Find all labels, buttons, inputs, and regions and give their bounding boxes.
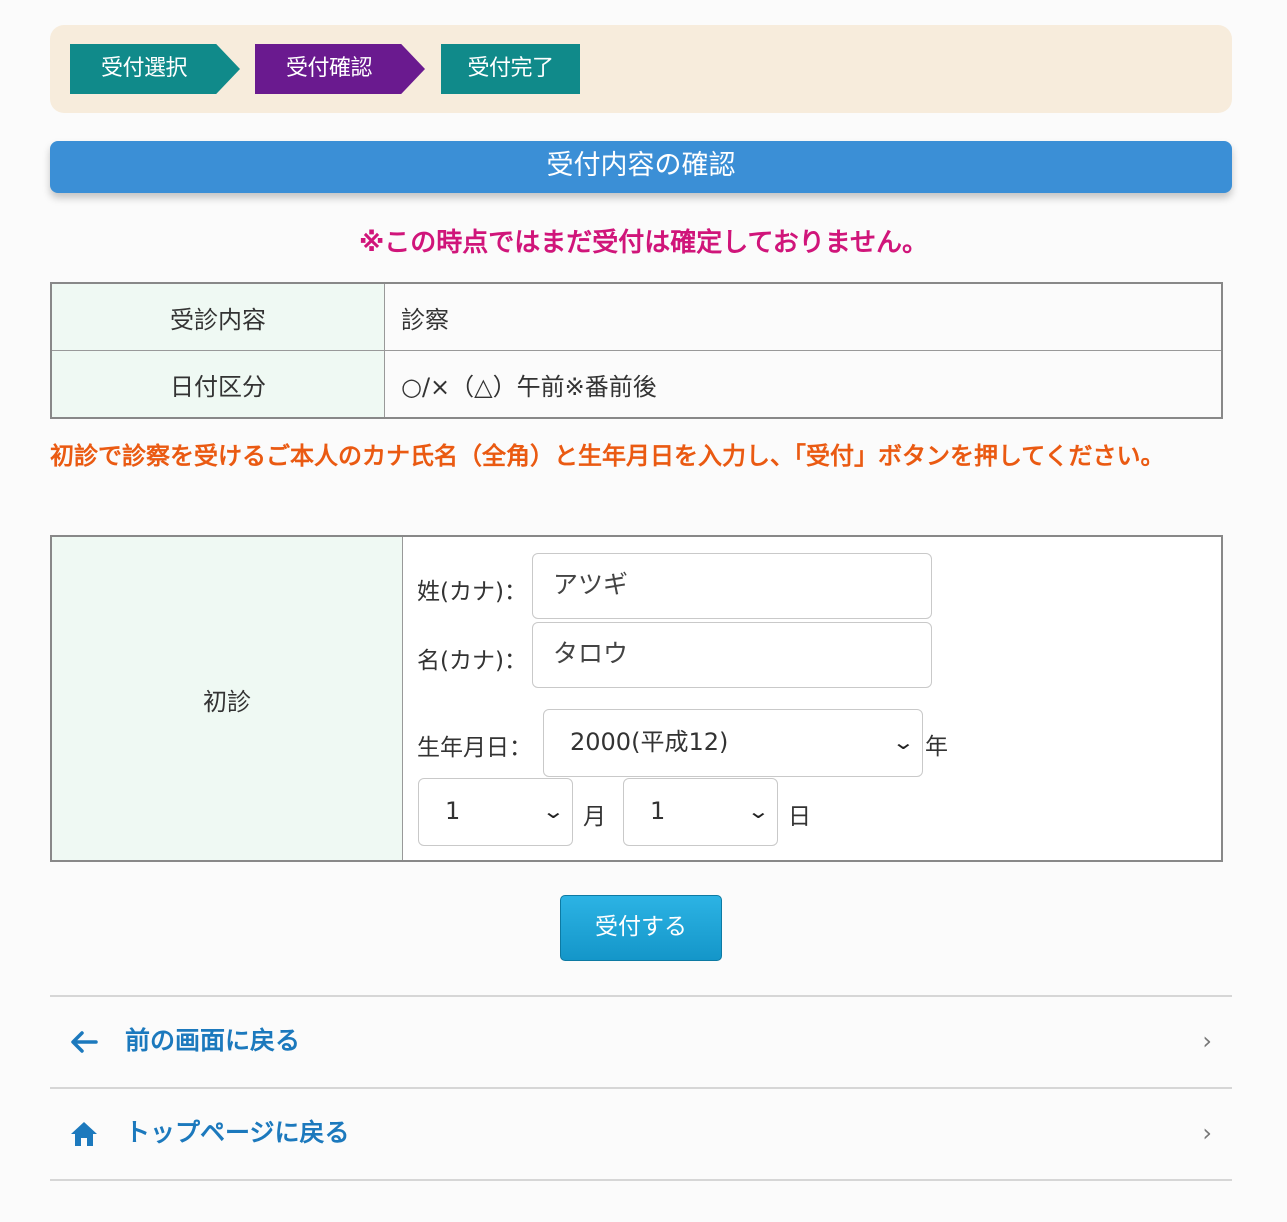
birth-day-value: 1: [650, 797, 666, 825]
birthdate-label: 生年月日：: [417, 735, 532, 761]
first-visit-label: 初診: [203, 688, 251, 716]
info-value: 診察: [384, 282, 1223, 351]
arrow-left-icon: [71, 1031, 98, 1053]
step-reception-select: 受付選択: [70, 44, 240, 94]
back-link[interactable]: 前の画面に戻る ›: [50, 997, 1232, 1085]
table-row: 日付区分 ○/×（△）午前※番前後: [50, 350, 1223, 419]
section-title: 受付内容の確認: [50, 141, 1232, 193]
step-reception-confirm: 受付確認: [255, 44, 425, 94]
table-row: 受診内容 診察: [50, 282, 1223, 351]
input-instruction: 初診で診察を受けるご本人のカナ氏名（全角）と生年月日を入力し、「受付」ボタンを押…: [50, 442, 1165, 470]
not-confirmed-warning: ※この時点ではまだ受付は確定しておりません。: [359, 228, 928, 258]
birth-day-select[interactable]: 1 ⌄: [623, 778, 778, 846]
info-label: 日付区分: [50, 350, 385, 419]
top-page-link[interactable]: トップページに戻る ›: [50, 1089, 1232, 1177]
first-name-label: 名(カナ)：: [417, 648, 527, 674]
last-name-label: 姓(カナ)：: [417, 579, 527, 605]
form-section-label-cell: 初診: [52, 537, 403, 860]
first-name-input[interactable]: タロウ: [532, 622, 932, 688]
info-value: ○/×（△）午前※番前後: [384, 350, 1223, 419]
chevron-down-icon: ⌄: [746, 799, 771, 823]
submit-reception-button[interactable]: 受付する: [560, 895, 722, 961]
divider: [50, 1179, 1232, 1181]
year-unit: 年: [925, 734, 948, 760]
birth-year-select[interactable]: 2000(平成12) ⌄: [543, 709, 923, 777]
step-reception-complete: 受付完了: [441, 44, 580, 94]
birth-month-select[interactable]: 1 ⌄: [418, 778, 573, 846]
home-icon: [71, 1122, 97, 1146]
birth-year-value: 2000(平成12): [570, 728, 729, 756]
reception-info-table: 受診内容 診察 日付区分 ○/×（△）午前※番前後: [50, 282, 1223, 419]
day-unit: 日: [788, 804, 811, 830]
last-name-input[interactable]: アツギ: [532, 553, 932, 619]
info-label: 受診内容: [50, 282, 385, 351]
step-progress-bar: 受付選択 受付確認 受付完了: [50, 25, 1232, 113]
chevron-down-icon: ⌄: [891, 730, 916, 754]
birth-month-value: 1: [445, 797, 461, 825]
top-page-link-label: トップページに戻る: [125, 1118, 350, 1147]
month-unit: 月: [583, 804, 606, 830]
back-link-label: 前の画面に戻る: [125, 1026, 301, 1055]
patient-form: 初診 姓(カナ)： アツギ 名(カナ)： タロウ 生年月日： 2000(平成12…: [50, 535, 1223, 862]
chevron-right-icon: ›: [1202, 1119, 1212, 1147]
chevron-down-icon: ⌄: [541, 799, 566, 823]
chevron-right-icon: ›: [1202, 1027, 1212, 1055]
